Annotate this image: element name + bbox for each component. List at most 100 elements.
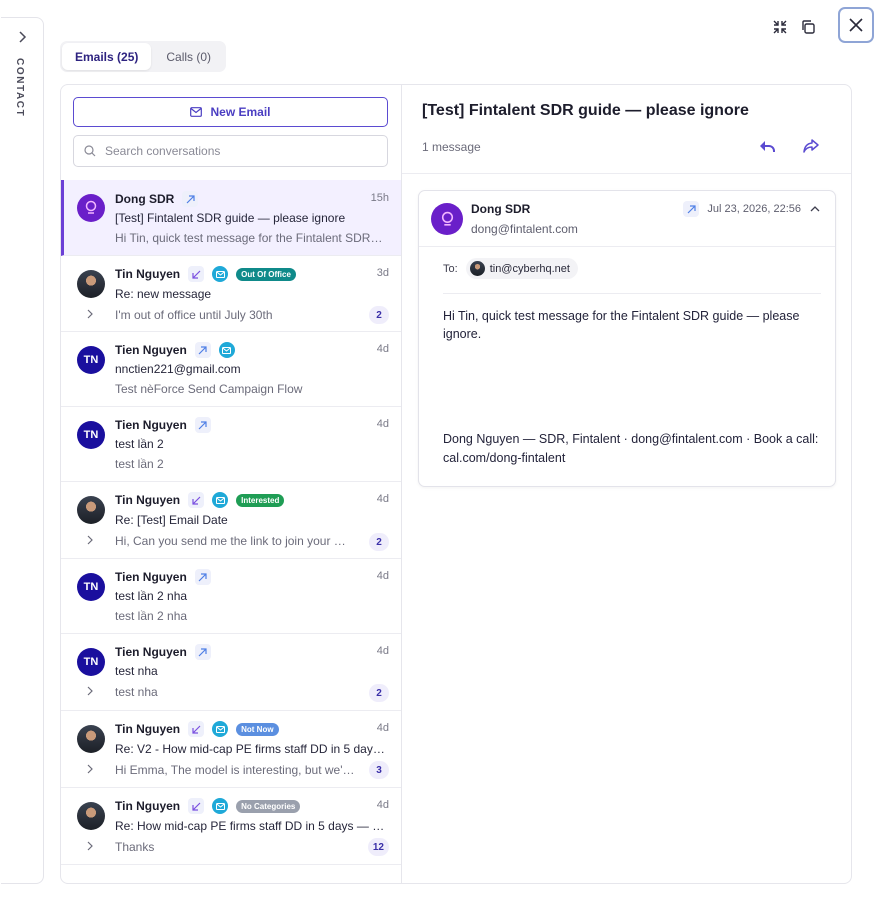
expand-chevron-icon[interactable] — [85, 841, 95, 851]
avatar — [77, 270, 105, 298]
row-subject: test lần 2 — [115, 437, 164, 451]
reply-icon[interactable] — [758, 137, 776, 155]
row-sender-name: Tin Nguyen — [115, 722, 181, 736]
tab-emails[interactable]: Emails (25) — [62, 43, 152, 70]
row-sender: Dong SDR — [115, 191, 199, 207]
row-time: 4d — [376, 570, 389, 582]
outgoing-icon — [194, 417, 211, 433]
message-count-badge: 3 — [369, 761, 389, 779]
reading-pane: [Test] Fintalent SDR guide — please igno… — [402, 85, 851, 883]
avatar: TN — [77, 421, 105, 449]
avatar — [77, 194, 105, 222]
row-sender-name: Tien Nguyen — [115, 343, 187, 357]
search-input[interactable] — [105, 144, 375, 158]
conversation-row[interactable]: Dong SDR 15h [Test] Fintalent SDR guide … — [61, 180, 401, 256]
app-root: CONTACT Emails (25) Calls (0) New Email — [0, 0, 884, 900]
tab-calls[interactable]: Calls (0) — [153, 43, 224, 70]
row-time: 4d — [376, 493, 389, 505]
row-time: 3d — [376, 267, 389, 279]
row-subject: Re: [Test] Email Date — [115, 513, 228, 527]
conversation-row[interactable]: TN Tien Nguyen 4d test lần 2 test lần 2 — [61, 407, 401, 482]
incoming-icon — [188, 266, 205, 282]
row-preview: I'm out of office until July 30th — [115, 308, 273, 322]
avatar: TN — [77, 346, 105, 374]
copy-button[interactable] — [799, 18, 817, 36]
row-time: 4d — [376, 418, 389, 430]
search-icon — [84, 145, 96, 157]
close-button[interactable] — [838, 7, 874, 43]
mail-icon — [212, 798, 229, 814]
new-email-button[interactable]: New Email — [73, 97, 388, 127]
conversation-row[interactable]: TN Tien Nguyen 4d test lần 2 nha test lầ… — [61, 559, 401, 634]
incoming-icon — [188, 798, 205, 814]
forward-icon[interactable] — [802, 137, 820, 155]
row-subject: Re: new message — [115, 287, 212, 301]
new-email-label: New Email — [210, 105, 271, 119]
conversation-row[interactable]: Tin Nguyen Interested 4d Re: [Test] Emai… — [61, 482, 401, 559]
row-subject: [Test] Fintalent SDR guide — please igno… — [115, 211, 346, 225]
message-count-badge: 2 — [369, 306, 389, 324]
row-sender-name: Tien Nguyen — [115, 418, 187, 432]
chevron-up-icon[interactable] — [809, 203, 821, 215]
conversation-row[interactable]: Tin Nguyen Out Of Office 3d Re: new mess… — [61, 256, 401, 332]
recipient-chip[interactable]: tin@cyberhq.net — [465, 258, 578, 279]
message-sender-email: dong@fintalent.com — [471, 222, 578, 236]
row-subject: test nha — [115, 664, 158, 678]
tab-bar: Emails (25) Calls (0) — [60, 41, 227, 72]
row-subject: test lần 2 nha — [115, 589, 188, 603]
row-time: 4d — [376, 799, 389, 811]
contact-rail[interactable]: CONTACT — [1, 17, 44, 884]
row-sender: Tien Nguyen — [115, 569, 211, 585]
status-badge: Out Of Office — [236, 267, 296, 281]
row-sender-name: Tien Nguyen — [115, 570, 187, 584]
expand-chevron-icon[interactable] — [85, 764, 95, 774]
sender-avatar — [431, 203, 463, 235]
mail-icon — [212, 721, 229, 737]
mail-icon — [190, 107, 203, 117]
conversation-row[interactable]: TN Tien Nguyen 4d nnctien221@gmail.com T… — [61, 332, 401, 407]
row-time: 4d — [376, 645, 389, 657]
message-meta: Jul 23, 2026, 22:56 — [683, 201, 821, 217]
bulb-logo-icon — [85, 200, 97, 214]
row-sender: Tien Nguyen — [115, 417, 211, 433]
outgoing-icon — [683, 201, 700, 217]
recipient-address: tin@cyberhq.net — [489, 262, 570, 275]
contact-rail-label: CONTACT — [14, 58, 25, 118]
row-sender-name: Tin Nguyen — [115, 493, 181, 507]
status-badge: Interested — [236, 493, 285, 507]
conversation-row[interactable]: TN Tien Nguyen 4d test nha test nha 2 — [61, 634, 401, 711]
row-sender: Tin Nguyen Interested — [115, 492, 285, 508]
incoming-icon — [188, 721, 205, 737]
row-sender: Tin Nguyen No Categories — [115, 798, 301, 814]
search-box[interactable] — [73, 135, 388, 167]
recipient-avatar — [469, 261, 485, 276]
conversation-row[interactable]: Tin Nguyen No Categories 4d Re: How mid-… — [61, 788, 401, 865]
row-sender: Tin Nguyen Out Of Office — [115, 266, 296, 282]
outgoing-icon — [194, 569, 211, 585]
row-sender-name: Tin Nguyen — [115, 799, 181, 813]
bulb-logo-icon — [441, 211, 453, 226]
conversation-row[interactable]: Tin Nguyen Not Now 4d Re: V2 - How mid-c… — [61, 711, 401, 788]
row-preview: Test nèForce Send Campaign Flow — [115, 382, 303, 396]
avatar: TN — [77, 573, 105, 601]
status-badge: No Categories — [236, 799, 301, 813]
copy-icon — [802, 20, 815, 34]
thread-message-count: 1 message — [422, 140, 481, 154]
message-card: Dong SDR dong@fintalent.com Jul 23, 2026… — [418, 190, 836, 487]
avatar: TN — [77, 648, 105, 676]
chevron-right-icon[interactable] — [15, 30, 29, 44]
expand-chevron-icon[interactable] — [85, 309, 95, 319]
expand-chevron-icon[interactable] — [85, 535, 95, 545]
conversation-list: New Email Dong SDR 15h [Test] Fi — [61, 85, 402, 883]
recipient-row: To: tin@cyberhq.net — [443, 258, 578, 279]
row-preview: Thanks — [115, 840, 155, 854]
message-date: Jul 23, 2026, 22:56 — [707, 203, 801, 215]
conversation-panel: New Email Dong SDR 15h [Test] Fi — [60, 84, 852, 884]
incoming-icon — [188, 492, 205, 508]
thread-subject: [Test] Fintalent SDR guide — please igno… — [422, 102, 749, 119]
row-time: 4d — [376, 343, 389, 355]
expand-chevron-icon[interactable] — [85, 686, 95, 696]
message-count-badge: 12 — [367, 838, 389, 856]
row-preview: Hi Tin, quick test message for the Finta… — [115, 231, 383, 245]
minimize-button[interactable] — [771, 18, 789, 36]
